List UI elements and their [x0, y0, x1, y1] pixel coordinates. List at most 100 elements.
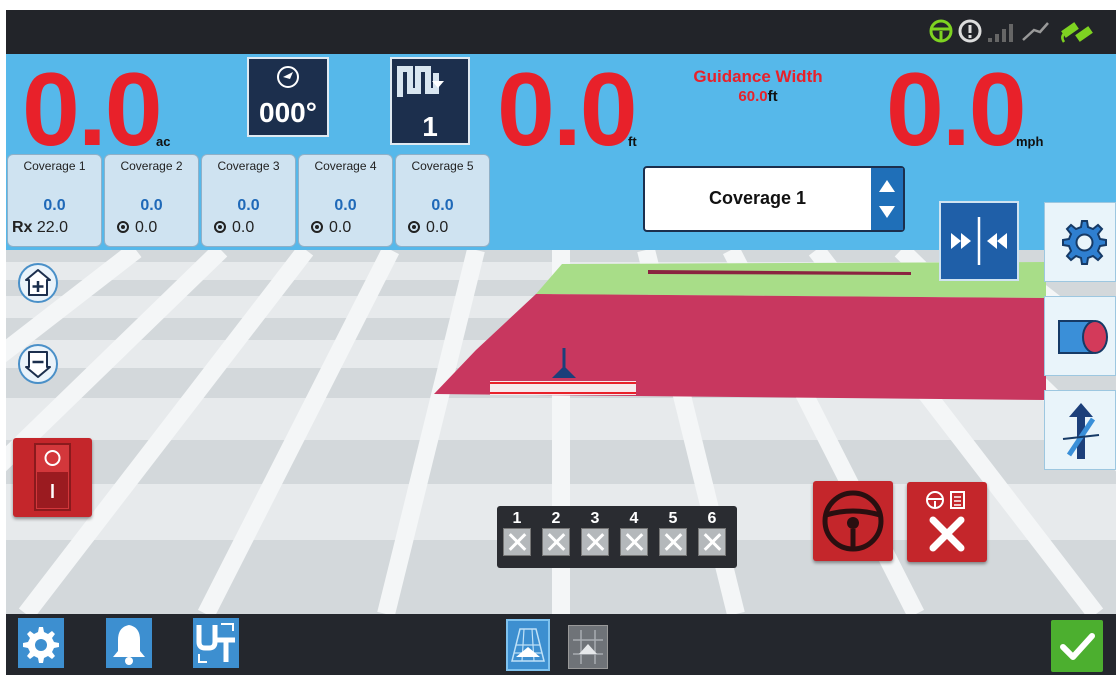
section-number: 5 — [668, 510, 678, 527]
section-number: 6 — [707, 510, 717, 527]
heading-value: 000° — [259, 97, 317, 128]
section-off-icon — [659, 528, 687, 556]
settings-button[interactable] — [18, 618, 64, 668]
section-off-icon — [542, 528, 570, 556]
section-number: 4 — [629, 510, 639, 527]
cross-track-value: 0.0 — [497, 52, 638, 168]
universal-terminal-button[interactable] — [193, 618, 239, 668]
steering-wheel-icon — [822, 490, 884, 552]
zoom-out-button[interactable] — [17, 343, 59, 385]
boundary-button[interactable] — [939, 201, 1019, 281]
checkmark-icon — [1060, 633, 1095, 660]
camera-icon — [1058, 320, 1108, 354]
universal-terminal-icon — [196, 623, 235, 663]
coverage-tab-2[interactable]: Coverage 2 0.0 0.0 — [104, 154, 199, 247]
up-down-arrows-icon — [879, 180, 895, 218]
signal-strength-icon — [988, 24, 1013, 42]
target-icon — [408, 221, 420, 233]
coverage-rate-value: 0.0 — [329, 219, 352, 236]
camera-side-button[interactable] — [1044, 296, 1116, 376]
section-number: 2 — [551, 510, 561, 527]
coverage-label: Coverage 1 — [23, 159, 86, 173]
coverage-label: Coverage 5 — [411, 159, 474, 173]
bell-icon — [113, 625, 145, 665]
steering-wheel-status-icon — [929, 19, 953, 43]
target-icon — [311, 221, 323, 233]
section-2[interactable]: 2 — [540, 510, 572, 556]
bottom-toolbar — [6, 614, 1116, 675]
coverage-bottom: 0.0 — [214, 219, 254, 237]
coverage-select[interactable]: Coverage 1 — [643, 166, 905, 232]
section-off-icon — [620, 528, 648, 556]
section-1[interactable]: 1 — [501, 510, 533, 556]
steering-disabled-button[interactable] — [907, 482, 987, 562]
zoom-in-button[interactable] — [17, 262, 59, 304]
guidance-width-label: Guidance Width — [693, 67, 823, 86]
status-bar — [6, 10, 1116, 54]
coverage-bottom: 0.0 — [408, 219, 448, 237]
coverage-value: 0.0 — [43, 197, 66, 214]
area-value: 0.0 — [22, 52, 163, 168]
section-number: 1 — [512, 510, 522, 527]
speed-value: 0.0 — [886, 52, 1027, 168]
alarms-button[interactable] — [106, 618, 152, 668]
target-icon — [214, 221, 226, 233]
coverage-rate-value: 0.0 — [135, 219, 158, 236]
coverage-bottom: 0.0 — [117, 219, 157, 237]
section-5[interactable]: 5 — [657, 510, 689, 556]
overhead-view-icon — [573, 630, 603, 664]
coverage-select-stepper[interactable] — [871, 168, 903, 230]
cross-track-unit: ft — [628, 134, 637, 149]
speed-unit: mph — [1016, 134, 1044, 149]
guidance-line-side-button[interactable] — [1044, 390, 1116, 470]
engage-steering-button[interactable] — [813, 481, 893, 561]
coverage-tab-4[interactable]: Coverage 4 0.0 0.0 — [298, 154, 393, 247]
section-number: 3 — [590, 510, 600, 527]
section-off-icon — [581, 528, 609, 556]
guidance-width-value: 60.0 — [738, 88, 768, 105]
target-icon — [117, 221, 129, 233]
heading-button[interactable]: 000° — [247, 57, 329, 137]
coverage-tab-1[interactable]: Coverage 1 0.0 Rx 22.0 — [7, 154, 102, 247]
compass-icon — [277, 66, 299, 88]
rx-icon: Rx — [12, 219, 33, 236]
perspective-view-icon — [511, 628, 545, 662]
section-3[interactable]: 3 — [579, 510, 611, 556]
confirm-button[interactable] — [1051, 620, 1103, 672]
coverage-value: 0.0 — [140, 197, 163, 214]
guidance-pattern-value: 1 — [422, 111, 438, 142]
coverage-label: Coverage 2 — [120, 159, 183, 173]
coverage-value: 0.0 — [431, 197, 454, 214]
section-off-icon — [698, 528, 726, 556]
coverage-label: Coverage 4 — [314, 159, 377, 173]
center-line-icon — [951, 217, 1007, 265]
settings-gear-side-button[interactable] — [1044, 202, 1116, 282]
coverage-rate-value: 0.0 — [426, 219, 449, 236]
guidance-pattern-icon — [397, 66, 444, 97]
gear-icon — [1062, 220, 1107, 265]
section-control-panel: 1 2 3 4 5 6 — [497, 506, 737, 568]
coverage-select-value: Coverage 1 — [708, 188, 807, 208]
coverage-rate-value: 22.0 — [36, 219, 69, 236]
master-switch-button[interactable] — [13, 438, 92, 517]
section-off-icon — [503, 528, 531, 556]
steering-cancel-icon — [926, 491, 965, 552]
guidance-width-readout: 60.0ft — [668, 88, 848, 105]
overhead-view-button[interactable] — [568, 625, 608, 669]
coverage-bottom: Rx 22.0 — [12, 219, 68, 237]
section-4[interactable]: 4 — [618, 510, 650, 556]
coverage-label: Coverage 3 — [217, 159, 280, 173]
section-6[interactable]: 6 — [696, 510, 728, 556]
perspective-view-button[interactable] — [506, 619, 550, 671]
coverage-tab-5[interactable]: Coverage 5 0.0 0.0 — [395, 154, 490, 247]
guidance-pattern-button[interactable]: 1 — [390, 57, 470, 145]
alert-status-icon — [958, 19, 982, 43]
guidance-arrow-icon — [1062, 403, 1100, 459]
coverage-value: 0.0 — [334, 197, 357, 214]
coverage-tab-3[interactable]: Coverage 3 0.0 0.0 — [201, 154, 296, 247]
area-unit: ac — [156, 134, 171, 149]
guidance-width-unit: ft — [767, 88, 778, 105]
power-switch-icon — [34, 443, 71, 511]
gps-satellite-icon — [1061, 22, 1093, 43]
gear-icon — [23, 627, 59, 663]
